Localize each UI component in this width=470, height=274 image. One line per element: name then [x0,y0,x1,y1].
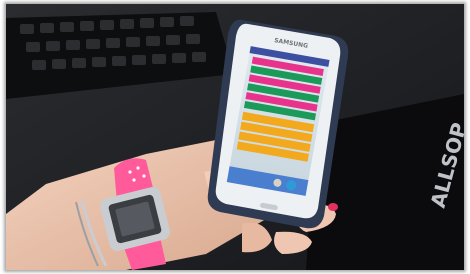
photo-frame: ALLSOP SAMSUNG [6,4,464,270]
photo-scene: ALLSOP SAMSUNG [6,4,464,270]
